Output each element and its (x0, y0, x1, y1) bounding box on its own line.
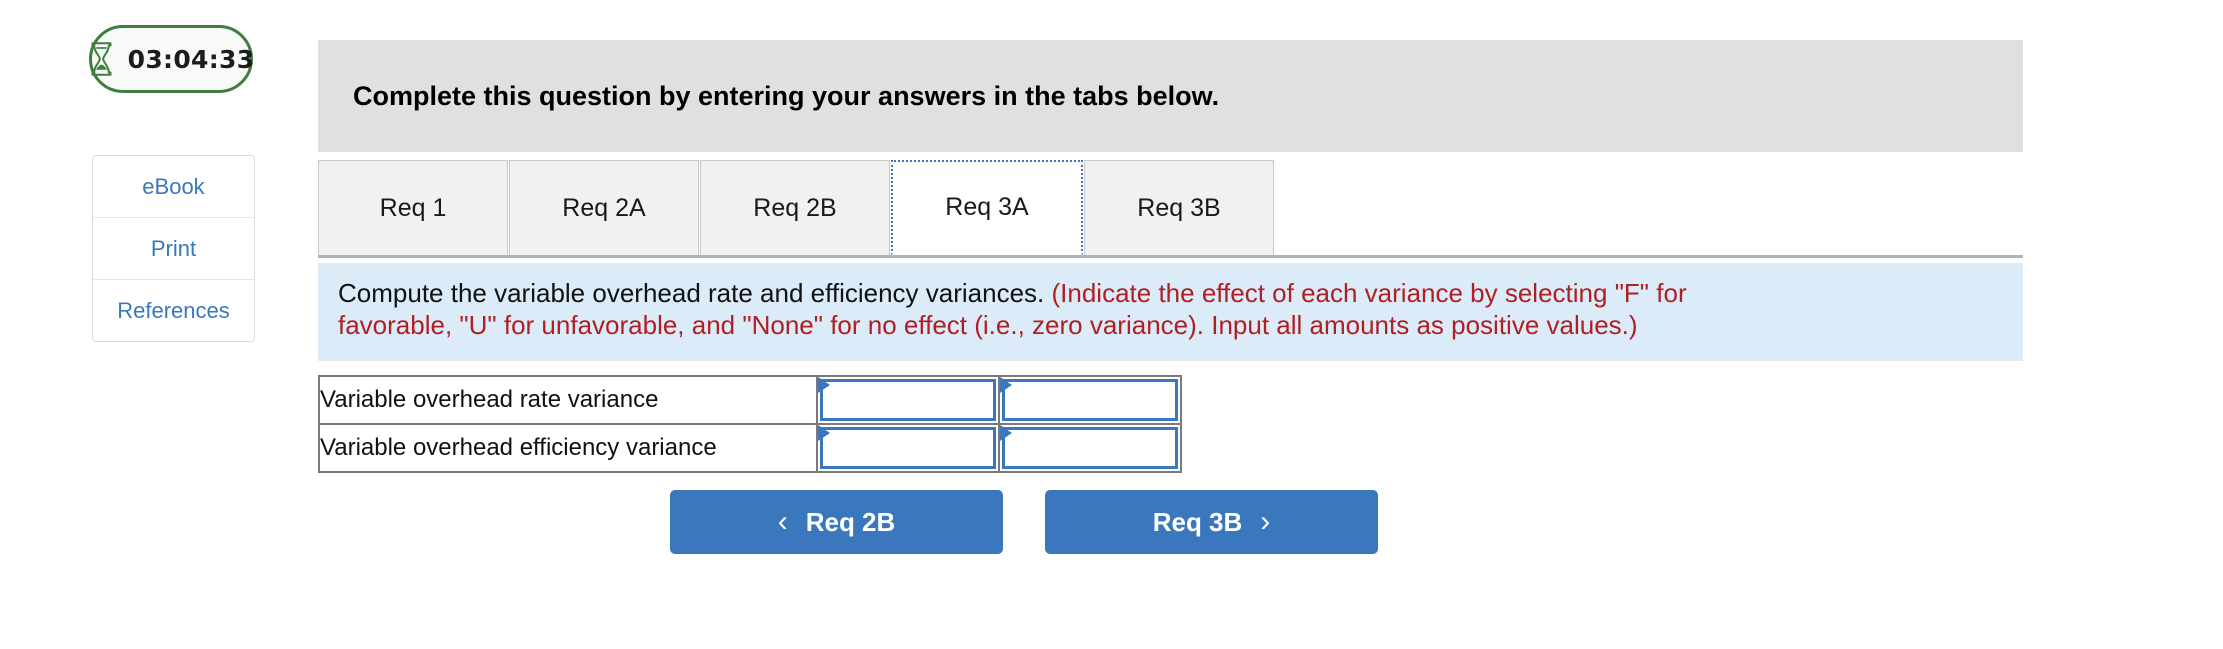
row-label-efficiency-variance: Variable overhead efficiency variance (318, 423, 818, 473)
table-row: Variable overhead rate variance (318, 375, 1182, 425)
tab-req-1[interactable]: Req 1 (318, 160, 508, 255)
efficiency-variance-amount-input[interactable] (820, 427, 996, 469)
exam-timer: 03:04:33 (89, 25, 255, 93)
variance-answer-table: Variable overhead rate variance Variable… (318, 375, 1182, 473)
row-label-rate-variance: Variable overhead rate variance (318, 375, 818, 425)
left-rail: 03:04:33 eBook Print References (0, 0, 318, 649)
table-row: Variable overhead efficiency variance (318, 423, 1182, 473)
instruction-line-2: favorable, "U" for unfavorable, and "Non… (338, 310, 1638, 340)
instruction-line-1: Compute the variable overhead rate and e… (338, 277, 2003, 309)
next-requirement-button[interactable]: Req 3B › (1045, 490, 1378, 554)
efficiency-variance-amount-cell[interactable] (816, 423, 1000, 473)
requirement-instructions: Compute the variable overhead rate and e… (318, 263, 2023, 361)
rate-variance-amount-input[interactable] (820, 379, 996, 421)
timer-value: 03:04:33 (127, 44, 255, 74)
rate-variance-amount-cell[interactable] (816, 375, 1000, 425)
cell-marker-arrow-icon (1000, 425, 1012, 441)
tab-req-2b[interactable]: Req 2B (700, 160, 890, 255)
tab-req-2a[interactable]: Req 2A (509, 160, 699, 255)
tab-req-3a[interactable]: Req 3A (891, 160, 1083, 255)
cell-marker-arrow-icon (1000, 377, 1012, 393)
efficiency-variance-effect-input[interactable] (1002, 427, 1178, 469)
instruction-text-black: Compute the variable overhead rate and e… (338, 278, 1052, 308)
cell-marker-arrow-icon (818, 425, 830, 441)
sidebar-item-ebook[interactable]: eBook (93, 156, 254, 218)
sidebar-item-print[interactable]: Print (93, 218, 254, 280)
prev-requirement-button[interactable]: ‹ Req 2B (670, 490, 1003, 554)
chevron-left-icon: ‹ (777, 505, 788, 538)
rate-variance-effect-input[interactable] (1002, 379, 1178, 421)
prev-button-label: Req 2B (805, 506, 896, 537)
sidebar-item-references[interactable]: References (93, 280, 254, 341)
header-title: Complete this question by entering your … (353, 80, 1220, 111)
tab-req-3b[interactable]: Req 3B (1084, 160, 1274, 255)
rate-variance-effect-cell[interactable] (998, 375, 1182, 425)
instruction-header: Complete this question by entering your … (318, 40, 2023, 152)
chevron-right-icon: › (1260, 505, 1271, 538)
question-panel: Complete this question by entering your … (318, 0, 2223, 649)
tool-panel: eBook Print References (92, 155, 255, 342)
instruction-text-red-1: (Indicate the effect of each variance by… (1051, 278, 1687, 308)
efficiency-variance-effect-cell[interactable] (998, 423, 1182, 473)
cell-marker-arrow-icon (818, 377, 830, 393)
hourglass-icon (91, 42, 112, 76)
next-button-label: Req 3B (1152, 506, 1243, 537)
requirement-tabs: Req 1 Req 2A Req 2B Req 3A Req 3B (318, 160, 2023, 258)
